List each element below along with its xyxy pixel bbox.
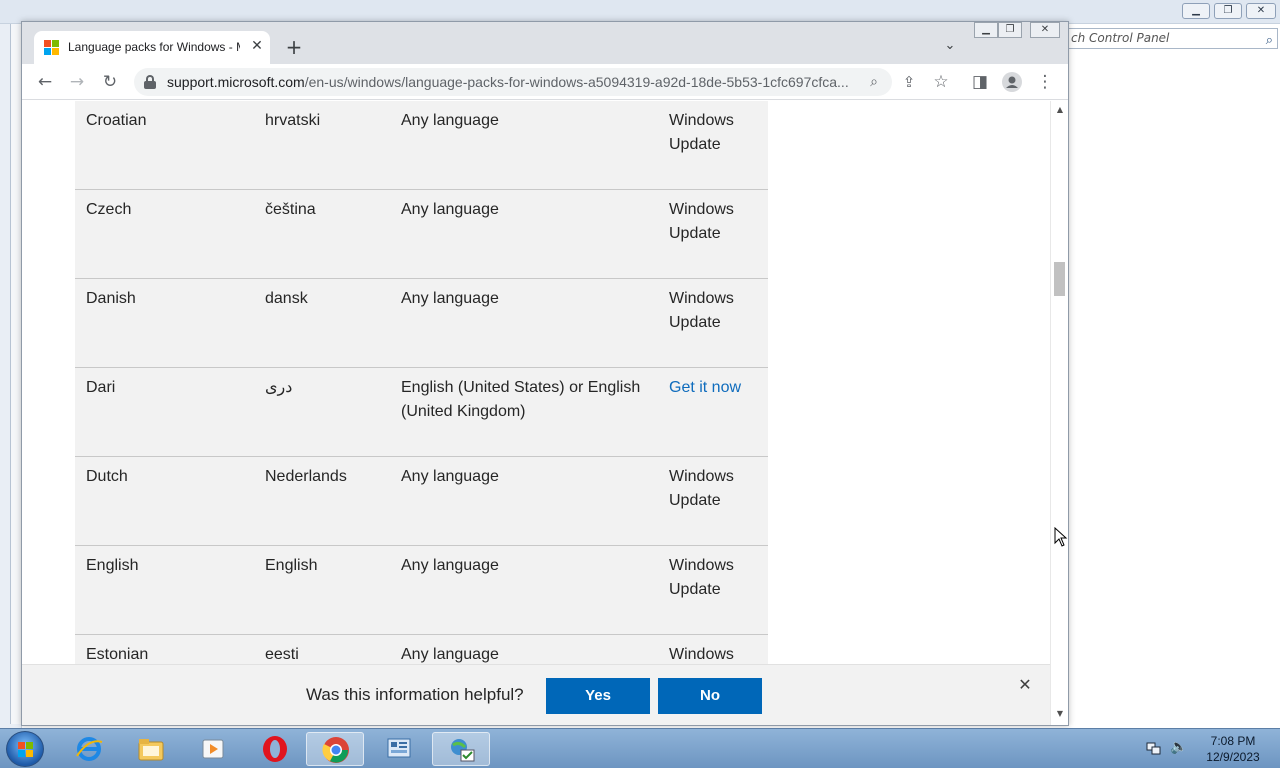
language-cell: Dari <box>86 379 116 396</box>
url-host: support.microsoft.com <box>167 74 305 90</box>
tab-language-packs[interactable]: Language packs for Windows - Microsoft S… <box>34 31 270 64</box>
profile-icon[interactable] <box>999 69 1025 95</box>
base-language-cell: Any language <box>401 112 499 129</box>
cp-minimize-button[interactable]: ▁ <box>1182 3 1210 19</box>
feedback-bar: Was this information helpful? Yes No ✕ <box>22 664 1050 725</box>
page-scrollbar[interactable]: ▲ ▼ <box>1050 101 1068 725</box>
bookmark-star-icon[interactable]: ☆ <box>928 69 954 95</box>
kebab-menu-icon[interactable]: ⋮ <box>1032 69 1058 95</box>
opera-icon[interactable] <box>246 732 304 766</box>
network-icon[interactable] <box>1146 740 1162 756</box>
native-name-cell: dansk <box>265 290 308 307</box>
internet-explorer-icon[interactable] <box>60 732 118 766</box>
language-cell: Danish <box>86 290 136 307</box>
clock-date[interactable]: 12/9/2023 <box>1202 750 1264 764</box>
language-cell: Czech <box>86 201 132 218</box>
tab-strip: Language packs for Windows - Microsoft S… <box>22 22 1068 64</box>
source-cell: Windows <box>669 646 734 663</box>
forward-arrow-icon[interactable]: → <box>64 69 90 95</box>
feedback-question: Was this information helpful? <box>306 685 524 704</box>
base-language-cell: English (United States) or English (Unit… <box>401 379 641 420</box>
close-button[interactable]: ✕ <box>1030 22 1060 38</box>
table-row: English English Any language Windows Upd… <box>75 546 768 635</box>
base-language-cell: Any language <box>401 646 499 663</box>
taskbar: 🔈 7:08 PM 12/9/2023 <box>0 728 1280 768</box>
close-icon[interactable]: ✕ <box>248 37 266 55</box>
scroll-up-arrow-icon[interactable]: ▲ <box>1054 105 1066 115</box>
native-name-cell: English <box>265 557 318 574</box>
zoom-icon[interactable]: ⌕ <box>864 72 884 92</box>
control-panel-icon[interactable] <box>370 732 428 766</box>
native-name-cell: eesti <box>265 646 299 663</box>
tab-title: Language packs for Windows - Microsoft S… <box>68 40 240 54</box>
yes-button[interactable]: Yes <box>546 678 650 714</box>
table-row: Croatian hrvatski Any language Windows U… <box>75 101 768 190</box>
cp-restore-button[interactable]: ❐ <box>1214 3 1242 19</box>
back-arrow-icon[interactable]: ← <box>32 69 58 95</box>
native-name-cell: hrvatski <box>265 112 321 129</box>
language-cell: Estonian <box>86 646 149 663</box>
base-language-cell: Any language <box>401 468 499 485</box>
language-cell: Croatian <box>86 112 147 129</box>
network-tool-icon[interactable] <box>432 732 490 766</box>
source-cell: Windows Update <box>669 290 734 331</box>
language-packs-table: Croatian hrvatski Any language Windows U… <box>75 101 768 664</box>
windows-flag-icon <box>18 742 34 758</box>
side-panel-icon[interactable]: ◨ <box>967 69 993 95</box>
source-cell: Windows Update <box>669 112 734 153</box>
volume-icon[interactable]: 🔈 <box>1170 739 1187 757</box>
start-orb[interactable] <box>6 731 44 767</box>
reload-icon[interactable]: ↻ <box>97 69 123 95</box>
close-icon[interactable]: ✕ <box>1015 675 1035 695</box>
system-tray: 🔈 7:08 PM 12/9/2023 <box>1140 729 1280 768</box>
table-row: Danish dansk Any language Windows Update <box>75 279 768 368</box>
mouse-cursor-icon <box>1054 527 1068 547</box>
lock-icon[interactable] <box>144 75 156 89</box>
address-bar[interactable]: support.microsoft.com/en-us/windows/lang… <box>134 68 892 96</box>
native-name-cell: Nederlands <box>265 468 347 485</box>
native-name-cell: درى <box>265 379 293 396</box>
base-language-cell: Any language <box>401 201 499 218</box>
cp-close-button[interactable]: ✕ <box>1246 3 1276 19</box>
base-language-cell: Any language <box>401 290 499 307</box>
page-viewport: Croatian hrvatski Any language Windows U… <box>22 101 1050 664</box>
magnifier-icon[interactable]: ⌕ <box>1266 31 1273 50</box>
url-text[interactable]: support.microsoft.com/en-us/windows/lang… <box>167 74 857 90</box>
get-it-now-link[interactable]: Get it now <box>669 376 759 400</box>
no-button[interactable]: No <box>658 678 762 714</box>
browser-toolbar: ← → ↻ support.microsoft.com/en-us/window… <box>22 64 1068 100</box>
control-panel-search-placeholder: ch Control Panel <box>1071 31 1170 45</box>
minimize-button[interactable]: ▁ <box>974 22 998 38</box>
microsoft-logo-icon <box>44 40 60 56</box>
scrollbar-thumb[interactable] <box>1054 262 1065 296</box>
native-name-cell: čeština <box>265 201 316 218</box>
new-tab-button[interactable]: + <box>282 36 306 60</box>
file-explorer-icon[interactable] <box>122 732 180 766</box>
language-cell: English <box>86 557 139 574</box>
source-cell: Windows Update <box>669 468 734 509</box>
clock-time[interactable]: 7:08 PM <box>1202 734 1264 748</box>
table-row: Estonian eesti Any language Windows <box>75 635 768 664</box>
url-path: /en-us/windows/language-packs-for-window… <box>304 74 849 90</box>
scroll-down-arrow-icon[interactable]: ▼ <box>1054 709 1066 719</box>
share-icon[interactable]: ⇪ <box>896 69 922 95</box>
control-panel-search-input[interactable]: ch Control Panel ⌕ <box>1064 28 1278 49</box>
restore-button[interactable]: ❐ <box>998 22 1022 38</box>
source-cell: Windows Update <box>669 201 734 242</box>
chrome-icon[interactable] <box>306 732 364 766</box>
source-cell: Windows Update <box>669 557 734 598</box>
media-player-icon[interactable] <box>184 732 242 766</box>
tab-search-chevron-icon[interactable]: ⌄ <box>940 36 960 56</box>
table-row: Czech čeština Any language Windows Updat… <box>75 190 768 279</box>
chrome-window: Language packs for Windows - Microsoft S… <box>21 21 1069 726</box>
base-language-cell: Any language <box>401 557 499 574</box>
table-row: Dari درى English (United States) or Engl… <box>75 368 768 457</box>
table-row: Dutch Nederlands Any language Windows Up… <box>75 457 768 546</box>
language-cell: Dutch <box>86 468 128 485</box>
